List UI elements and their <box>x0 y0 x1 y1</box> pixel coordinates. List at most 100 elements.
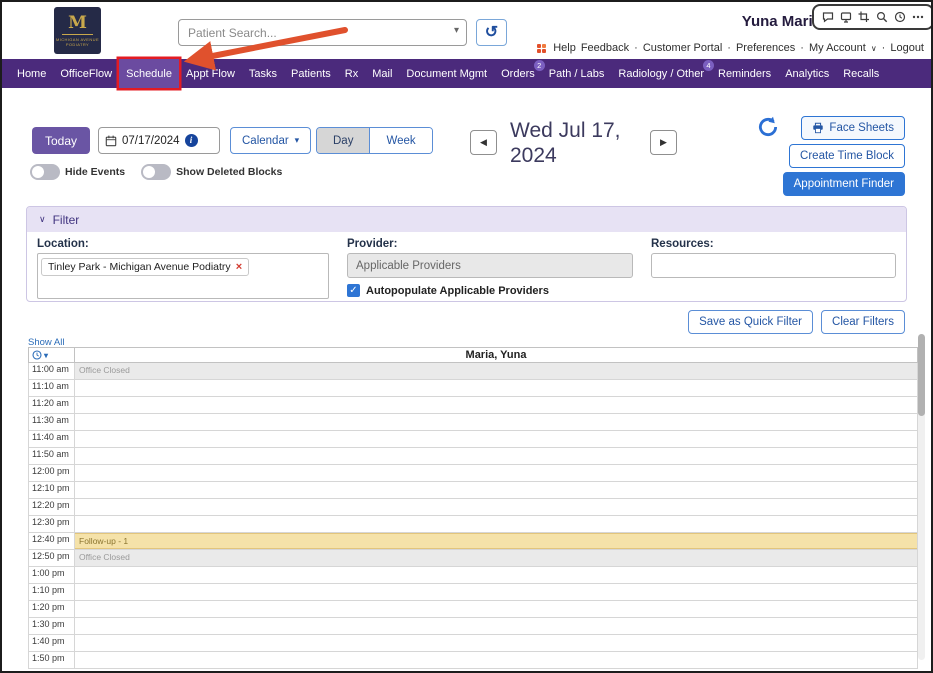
nav-item-home[interactable]: Home <box>10 59 53 88</box>
today-button[interactable]: Today <box>32 127 91 154</box>
nav-item-path-labs[interactable]: Path / Labs <box>542 59 612 88</box>
nav-item-label: Mail <box>372 67 393 80</box>
chat-icon[interactable] <box>822 11 834 23</box>
previous-day-button[interactable]: ◀ <box>470 130 497 155</box>
schedule-slot[interactable] <box>74 498 918 516</box>
clock-icon[interactable] <box>894 11 906 23</box>
time-label: 12:20 pm <box>28 498 75 516</box>
nav-item-appt-flow[interactable]: Appt Flow <box>179 59 242 88</box>
nav-item-patients[interactable]: Patients <box>284 59 338 88</box>
nav-item-radiology-other[interactable]: Radiology / Other 4 <box>611 59 714 88</box>
week-view-button[interactable]: Week <box>370 128 432 153</box>
my-account-link[interactable]: My Account <box>809 42 866 54</box>
schedule-slot[interactable] <box>74 464 918 482</box>
remove-tag-icon[interactable]: × <box>236 261 242 273</box>
schedule-slot[interactable] <box>74 583 918 601</box>
info-icon[interactable]: i <box>184 134 198 147</box>
feedback-link[interactable]: Feedback <box>581 42 629 54</box>
schedule-slot[interactable]: Office Closed <box>74 549 918 567</box>
appointment-finder-button[interactable]: Appointment Finder <box>782 172 905 196</box>
user-name[interactable]: Yuna Maria <box>742 13 821 30</box>
filter-header[interactable]: ∨ Filter <box>27 207 906 232</box>
calendar-dropdown-button[interactable]: Calendar ▾ <box>230 127 312 154</box>
nav-item-orders[interactable]: Orders 2 <box>494 59 545 88</box>
provider-input <box>347 253 633 278</box>
nav-item-mail[interactable]: Mail <box>365 59 399 88</box>
toggle-switch[interactable] <box>141 164 172 180</box>
customer-portal-link[interactable]: Customer Portal <box>643 42 722 54</box>
schedule-row: 12:30 pm <box>28 515 918 533</box>
appointment-block[interactable]: Follow-up - 1 <box>75 533 917 549</box>
nav-item-analytics[interactable]: Analytics <box>778 59 836 88</box>
current-date-line1: Wed Jul 17, <box>510 119 621 142</box>
more-icon[interactable] <box>912 11 924 23</box>
event-toggles: Hide Events Show Deleted Blocks <box>30 164 282 180</box>
schedule-slot[interactable] <box>74 651 918 669</box>
schedule-slot[interactable] <box>74 617 918 635</box>
schedule-slot[interactable]: Follow-up - 1 <box>74 532 918 550</box>
whats-new-icon[interactable] <box>537 43 547 53</box>
nav-item-schedule[interactable]: Schedule <box>119 59 179 88</box>
location-label: Location: <box>37 238 89 250</box>
help-link[interactable]: Help <box>553 42 576 54</box>
resources-filter: Resources: <box>651 238 896 299</box>
logout-link[interactable]: Logout <box>890 42 924 54</box>
printer-icon <box>812 122 824 134</box>
checkbox-checked-icon[interactable]: ✓ <box>347 284 360 297</box>
schedule-slot[interactable] <box>74 447 918 465</box>
schedule-slot[interactable] <box>74 379 918 397</box>
nav-item-reminders[interactable]: Reminders <box>711 59 778 88</box>
location-tag-label: Tinley Park - Michigan Avenue Podiatry <box>48 261 231 273</box>
location-multiselect[interactable]: Tinley Park - Michigan Avenue Podiatry × <box>37 253 329 299</box>
show-deleted-blocks-toggle[interactable]: Show Deleted Blocks <box>141 164 282 180</box>
schedule-slot[interactable] <box>74 481 918 499</box>
schedule-slot[interactable] <box>74 515 918 533</box>
save-quick-filter-button[interactable]: Save as Quick Filter <box>688 310 814 334</box>
nav-item-tasks[interactable]: Tasks <box>242 59 284 88</box>
zoom-icon[interactable] <box>876 11 888 23</box>
crop-icon[interactable] <box>858 11 870 23</box>
scrollbar-thumb[interactable] <box>918 334 925 416</box>
next-day-button[interactable]: ▶ <box>650 130 677 155</box>
office-closed-block: Office Closed <box>75 550 917 566</box>
schedule-slot[interactable]: Office Closed <box>74 362 918 380</box>
schedule-slot[interactable] <box>74 413 918 431</box>
date-picker[interactable]: 07/17/2024 i <box>98 127 220 154</box>
patient-search-input[interactable] <box>178 19 467 46</box>
provider-column-header[interactable]: Maria, Yuna <box>74 347 918 363</box>
face-sheets-button[interactable]: Face Sheets <box>801 116 905 140</box>
nav-item-officeflow[interactable]: OfficeFlow <box>53 59 119 88</box>
create-time-block-button[interactable]: Create Time Block <box>789 144 905 168</box>
my-account-caret-icon[interactable]: ∨ <box>871 44 877 53</box>
clear-filters-button[interactable]: Clear Filters <box>821 310 905 334</box>
nav-item-document-mgmt[interactable]: Document Mgmt <box>399 59 494 88</box>
schedule-row: 12:10 pm <box>28 481 918 499</box>
search-dropdown-caret-icon[interactable]: ▾ <box>454 25 459 36</box>
app-logo[interactable]: M MICHIGAN AVENUE PODIATRY <box>54 7 101 54</box>
day-view-button[interactable]: Day <box>317 128 371 153</box>
hide-events-toggle[interactable]: Hide Events <box>30 164 125 180</box>
nav-item-rx[interactable]: Rx <box>338 59 365 88</box>
nav-item-label: Radiology / Other <box>618 67 704 80</box>
schedule-slot[interactable] <box>74 566 918 584</box>
time-label: 12:40 pm <box>28 532 75 550</box>
schedule-slot[interactable] <box>74 430 918 448</box>
schedule-slot[interactable] <box>74 396 918 414</box>
monitor-icon[interactable] <box>840 11 852 23</box>
recent-patients-button[interactable]: ↺ <box>476 19 507 46</box>
refresh-button[interactable] <box>755 115 781 141</box>
resources-label: Resources: <box>651 238 714 250</box>
resources-input[interactable] <box>651 253 896 278</box>
time-column-header[interactable]: ▾ <box>28 347 75 363</box>
schedule-slot[interactable] <box>74 634 918 652</box>
logo-caption-line2: PODIATRY <box>65 42 90 47</box>
calendar-dropdown-label: Calendar <box>242 134 289 147</box>
autopopulate-checkbox-row[interactable]: ✓ Autopopulate Applicable Providers <box>347 284 633 297</box>
toggle-switch[interactable] <box>30 164 60 180</box>
time-label: 11:10 am <box>28 379 75 397</box>
scrollbar[interactable] <box>918 334 925 660</box>
schedule-slot[interactable] <box>74 600 918 618</box>
nav-item-recalls[interactable]: Recalls <box>836 59 886 88</box>
preferences-link[interactable]: Preferences <box>736 42 795 54</box>
filter-panel: ∨ Filter Location: Tinley Park - Michiga… <box>26 206 907 302</box>
